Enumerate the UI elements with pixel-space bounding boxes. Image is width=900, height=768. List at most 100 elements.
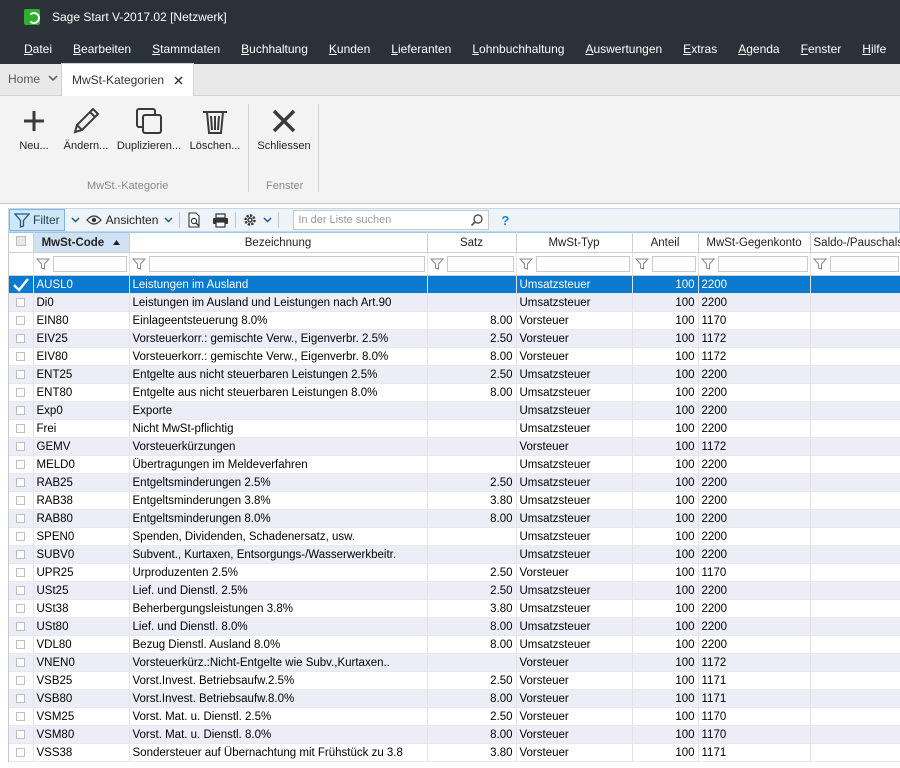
chevron-down-icon[interactable] <box>48 74 58 85</box>
close-button[interactable]: Schliessen <box>252 102 316 162</box>
row-checkbox[interactable] <box>9 347 34 366</box>
table-row[interactable]: VNEN0 Vorsteuerkürz.:Nicht-Entgelte wie S… <box>9 653 900 672</box>
printer-icon[interactable] <box>212 212 229 228</box>
select-all-checkbox[interactable] <box>9 232 34 253</box>
menu-lieferanten[interactable]: Lieferanten <box>391 42 451 56</box>
menu-fenster[interactable]: Fenster <box>801 42 842 56</box>
row-checkbox[interactable] <box>9 473 34 492</box>
edit-button[interactable]: Ändern... <box>54 102 118 162</box>
col-header-anteil[interactable]: Anteil <box>632 232 699 253</box>
filter-cell[interactable] <box>698 252 811 276</box>
row-checkbox[interactable] <box>9 617 34 636</box>
table-row[interactable]: USt38 Beherbergungsleistungen 3.8% 3.80 Ums… <box>9 599 900 618</box>
table-row[interactable]: UPR25 Urproduzenten 2.5% 2.50 Vorsteuer 100 1… <box>9 563 900 582</box>
row-checkbox[interactable] <box>9 383 34 402</box>
table-row[interactable]: EIN80 Einlageentsteuerung 8.0% 8.00 Vorsteu… <box>9 311 900 330</box>
table-row[interactable]: ENT80 Entgelte aus nicht steuerbaren Leis… <box>9 383 900 402</box>
row-checkbox[interactable] <box>9 401 34 420</box>
ribbon-group-mwst: MwSt.-Kategorie <box>87 180 169 192</box>
row-checkbox[interactable] <box>9 527 34 546</box>
table-row[interactable]: Di0 Leistungen im Ausland und Leistungen … <box>9 293 900 312</box>
tab-mwst-kategorien[interactable]: MwSt-Kategorien <box>62 63 195 96</box>
menu-extras[interactable]: Extras <box>683 42 717 56</box>
search-input[interactable]: In der Liste suchen <box>293 210 490 230</box>
row-checkbox[interactable] <box>9 275 34 294</box>
filter-cell[interactable] <box>632 252 699 276</box>
filter-cell[interactable] <box>810 252 900 276</box>
menu-bearbeiten[interactable]: Bearbeiten <box>73 42 131 56</box>
table-row[interactable]: USt25 Lief. und Dienstl. 2.5% 2.50 Umsatzst… <box>9 581 900 600</box>
filter-dropdown-icon[interactable] <box>71 217 80 223</box>
row-checkbox[interactable] <box>9 437 34 456</box>
col-header-typ[interactable]: MwSt-Typ <box>516 232 633 253</box>
search-icon[interactable] <box>470 213 484 230</box>
table-row[interactable]: VSB80 Vorst.Invest. Betriebsaufw.8.0% 8.00… <box>9 689 900 708</box>
row-checkbox[interactable] <box>9 509 34 528</box>
filter-cell[interactable] <box>427 252 517 276</box>
row-checkbox[interactable] <box>9 329 34 348</box>
filter-cell[interactable] <box>129 252 428 276</box>
menu-hilfe[interactable]: Hilfe <box>862 42 886 56</box>
table-row[interactable]: RAB38 Entgeltsminderungen 3.8% 3.80 Umsatzs… <box>9 491 900 510</box>
settings-button[interactable] <box>242 212 272 228</box>
row-checkbox[interactable] <box>9 581 34 600</box>
row-checkbox[interactable] <box>9 635 34 654</box>
tab-home[interactable]: Home <box>0 63 62 95</box>
table-row[interactable]: SPEN0 Spenden, Dividenden, Schadenersatz,… <box>9 527 900 546</box>
table-row[interactable]: VSM80 Vorst. Mat. u. Dienstl. 8.0% 8.00 Vor… <box>9 725 900 744</box>
table-row[interactable]: VDL80 Bezug Dienstl. Ausland 8.0% 8.00 Umsa… <box>9 635 900 654</box>
menu-agenda[interactable]: Agenda <box>738 42 779 56</box>
table-row[interactable]: EIV80 Vorsteuerkorr.: gemischte Verw., Ei… <box>9 347 900 366</box>
row-checkbox[interactable] <box>9 491 34 510</box>
cell-gegenkonto: 1172 <box>698 347 811 366</box>
row-checkbox[interactable] <box>9 653 34 672</box>
help-icon[interactable]: ? <box>501 213 509 228</box>
row-checkbox[interactable] <box>9 311 34 330</box>
row-checkbox[interactable] <box>9 365 34 384</box>
close-tab-icon[interactable] <box>174 73 183 88</box>
row-checkbox[interactable] <box>9 455 34 474</box>
menu-stammdaten[interactable]: Stammdaten <box>152 42 220 56</box>
menu-kunden[interactable]: Kunden <box>329 42 370 56</box>
table-row[interactable]: SUBV0 Subvent., Kurtaxen, Entsorgungs-/Wa… <box>9 545 900 564</box>
table-row[interactable]: USt80 Lief. und Dienstl. 8.0% 8.00 Umsatzst… <box>9 617 900 636</box>
col-header-bezeichnung[interactable]: Bezeichnung <box>129 232 428 253</box>
row-checkbox[interactable] <box>9 743 34 762</box>
row-checkbox[interactable] <box>9 707 34 726</box>
filter-button[interactable]: Filter <box>9 209 65 231</box>
row-checkbox[interactable] <box>9 671 34 690</box>
table-row[interactable]: VSS38 Sondersteuer auf Übernachtung mit F… <box>9 743 900 762</box>
table-row[interactable]: ENT25 Entgelte aus nicht steuerbaren Leis… <box>9 365 900 384</box>
duplicate-button[interactable]: Duplizieren... <box>116 102 182 162</box>
print-preview-icon[interactable] <box>186 212 202 228</box>
menu-datei[interactable]: Datei <box>24 42 52 56</box>
views-button[interactable]: Ansichten <box>85 213 174 227</box>
menu-auswertungen[interactable]: Auswertungen <box>585 42 662 56</box>
table-row[interactable]: VSB25 Vorst.Invest. Betriebsaufw.2.5% 2.50… <box>9 671 900 690</box>
filter-cell[interactable] <box>516 252 633 276</box>
delete-button[interactable]: Löschen... <box>183 102 247 162</box>
row-checkbox[interactable] <box>9 599 34 618</box>
table-row[interactable]: RAB25 Entgeltsminderungen 2.5% 2.50 Umsatzs… <box>9 473 900 492</box>
table-row[interactable]: AUSL0 Leistungen im Ausland Umsatzsteuer 10… <box>9 275 900 294</box>
table-row[interactable]: VSM25 Vorst. Mat. u. Dienstl. 2.5% 2.50 Vor… <box>9 707 900 726</box>
row-checkbox[interactable] <box>9 563 34 582</box>
table-row[interactable]: Exp0 Exporte Umsatzsteuer 100 2200 <box>9 401 900 420</box>
row-checkbox[interactable] <box>9 293 34 312</box>
filter-cell[interactable] <box>33 252 130 276</box>
menu-buchhaltung[interactable]: Buchhaltung <box>241 42 308 56</box>
table-row[interactable]: Frei Nicht MwSt-pflichtig Umsatzsteuer 100 2… <box>9 419 900 438</box>
row-checkbox[interactable] <box>9 725 34 744</box>
table-row[interactable]: RAB80 Entgeltsminderungen 8.0% 8.00 Umsatzs… <box>9 509 900 528</box>
row-checkbox[interactable] <box>9 419 34 438</box>
col-header-gegenkonto[interactable]: MwSt-Gegenkonto <box>698 232 811 253</box>
col-header-code[interactable]: MwSt-Code <box>33 232 130 253</box>
row-checkbox[interactable] <box>9 545 34 564</box>
table-row[interactable]: MELD0 Übertragungen im Meldeverfahren Umsa… <box>9 455 900 474</box>
row-checkbox[interactable] <box>9 689 34 708</box>
menu-lohnbuchhaltung[interactable]: Lohnbuchhaltung <box>472 42 564 56</box>
table-row[interactable]: GEMV Vorsteuerkürzungen Vorsteuer 100 1172 <box>9 437 900 456</box>
col-header-satz[interactable]: Satz <box>427 232 517 253</box>
table-row[interactable]: EIV25 Vorsteuerkorr.: gemischte Verw., Ei… <box>9 329 900 348</box>
col-header-saldo[interactable]: Saldo-/Pauschalst <box>810 232 900 253</box>
